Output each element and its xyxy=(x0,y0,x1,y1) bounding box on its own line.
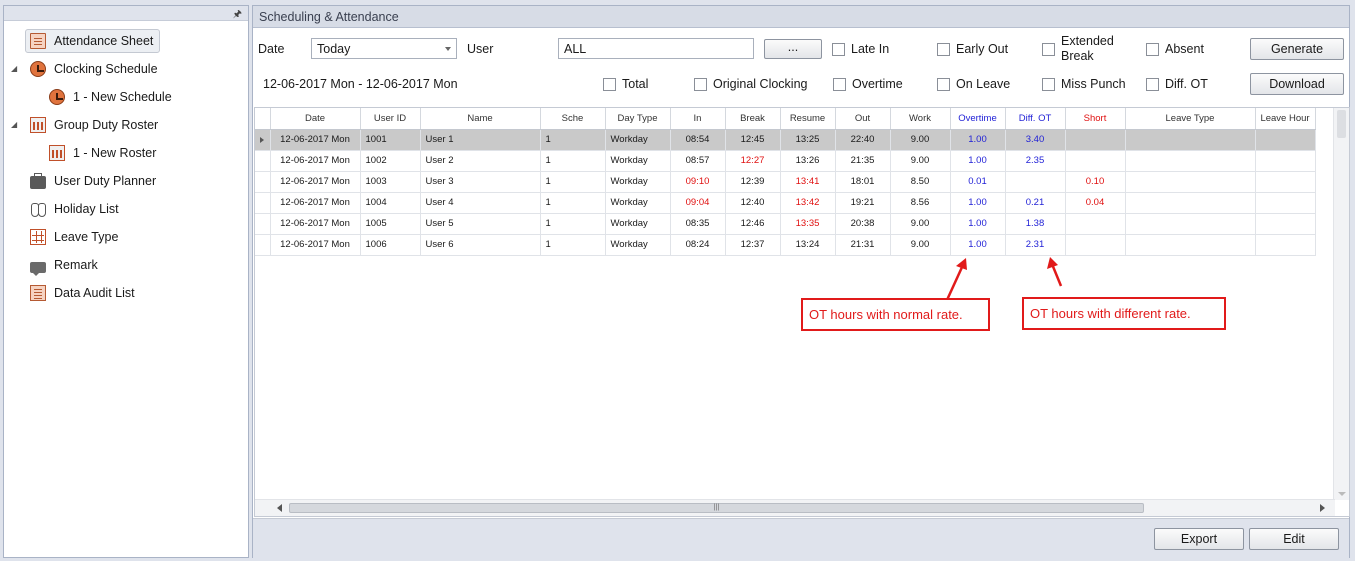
user-label: User xyxy=(467,42,494,56)
sidebar-item-new-schedule[interactable]: 1 - New Schedule xyxy=(49,85,172,109)
sidebar-item-label: 1 - New Roster xyxy=(73,146,157,160)
checkbox-label: Miss Punch xyxy=(1061,77,1126,91)
checkbox-box[interactable] xyxy=(1146,77,1159,91)
extended-break-checkbox[interactable]: Extended Break xyxy=(1042,34,1114,64)
sidebar-item-holiday-list[interactable]: Holiday List xyxy=(30,197,119,221)
checkbox-label: Original Clocking xyxy=(713,77,808,91)
checkbox-label: On Leave xyxy=(956,77,1011,91)
roster-icon xyxy=(30,117,46,133)
checkbox-box[interactable] xyxy=(1146,42,1159,56)
callout-different-rate: OT hours with different rate. xyxy=(1022,297,1226,330)
diff-ot-checkbox[interactable]: Diff. OT xyxy=(1146,77,1208,91)
checkbox-label: Absent xyxy=(1165,42,1204,56)
sidebar-item-label: User Duty Planner xyxy=(54,174,157,188)
sidebar-item-group-duty-roster[interactable]: Group Duty Roster xyxy=(30,113,158,137)
sidebar-item-attendance-sheet[interactable]: Attendance Sheet xyxy=(25,29,161,53)
briefcase-icon xyxy=(30,172,46,189)
grid-icon xyxy=(30,229,46,245)
sidebar-item-label: 1 - New Schedule xyxy=(73,90,172,104)
sidebar-item-label: Holiday List xyxy=(54,202,119,216)
checkbox-box[interactable] xyxy=(694,77,707,91)
checkbox-box[interactable] xyxy=(833,77,846,91)
export-button[interactable]: Export xyxy=(1154,528,1244,550)
original-clocking-checkbox[interactable]: Original Clocking xyxy=(694,77,807,91)
checkbox-label: Overtime xyxy=(852,77,903,91)
sidebar-item-leave-type[interactable]: Leave Type xyxy=(30,225,118,249)
checkbox-label: Diff. OT xyxy=(1165,77,1208,91)
sidebar-item-label: Leave Type xyxy=(54,230,119,244)
edit-button[interactable]: Edit xyxy=(1249,528,1339,550)
callout-normal-rate: OT hours with normal rate. xyxy=(801,298,990,331)
date-select-value: Today xyxy=(317,42,351,56)
sidebar-item-user-duty-planner[interactable]: User Duty Planner xyxy=(30,169,156,193)
checkbox-box[interactable] xyxy=(1042,77,1055,91)
user-field[interactable]: ALL xyxy=(558,38,754,59)
miss-punch-checkbox[interactable]: Miss Punch xyxy=(1042,77,1126,91)
sidebar-header: 🖈 xyxy=(4,6,248,21)
sidebar-item-data-audit-list[interactable]: Data Audit List xyxy=(30,281,135,305)
checkbox-box[interactable] xyxy=(832,42,845,56)
sheet-icon xyxy=(30,33,46,49)
checkbox-box[interactable] xyxy=(937,77,950,91)
date-select[interactable]: Today xyxy=(311,38,457,59)
clock-icon xyxy=(49,89,65,105)
sidebar-item-remark[interactable]: Remark xyxy=(30,253,98,277)
generate-button[interactable]: Generate xyxy=(1250,38,1344,60)
date-range-text: 12-06-2017 Mon - 12-06-2017 Mon xyxy=(263,77,458,91)
attendance-panel: Scheduling & Attendance Date Today User … xyxy=(252,5,1350,558)
sidebar-item-label: Clocking Schedule xyxy=(54,62,158,76)
sidebar-item-label: Data Audit List xyxy=(54,286,135,300)
checkbox-label: Late In xyxy=(851,42,890,56)
sidebar-item-clocking-schedule[interactable]: Clocking Schedule xyxy=(30,57,158,81)
arrow-to-diff-ot xyxy=(1050,263,1063,287)
comment-icon xyxy=(30,261,46,276)
checkbox-box[interactable] xyxy=(603,77,616,91)
late-in-checkbox[interactable]: Late In xyxy=(832,42,889,56)
expand-clocking-icon[interactable]: ◢ xyxy=(11,64,17,73)
total-checkbox[interactable]: Total xyxy=(603,77,648,91)
clock-icon xyxy=(30,61,46,77)
sidebar-item-label: Group Duty Roster xyxy=(54,118,159,132)
checkbox-label: Early Out xyxy=(956,42,1009,56)
slippers-icon xyxy=(30,201,46,217)
panel-footer: Export Edit xyxy=(253,518,1349,558)
pin-icon[interactable]: 🖈 xyxy=(233,7,242,24)
user-field-value: ALL xyxy=(564,42,587,56)
panel-title: Scheduling & Attendance xyxy=(253,6,1349,28)
arrow-to-overtime xyxy=(945,264,965,301)
chevron-down-icon xyxy=(445,47,451,51)
on-leave-checkbox[interactable]: On Leave xyxy=(937,77,1010,91)
checkbox-label: Extended Break xyxy=(1061,34,1114,63)
checkbox-box[interactable] xyxy=(937,42,950,56)
sidebar-item-label: Remark xyxy=(54,258,98,272)
roster-icon xyxy=(49,145,65,161)
early-out-checkbox[interactable]: Early Out xyxy=(937,42,1008,56)
download-button[interactable]: Download xyxy=(1250,73,1344,95)
checkbox-label: Total xyxy=(622,77,649,91)
browse-users-button[interactable]: ... xyxy=(764,39,822,59)
list-icon xyxy=(30,285,46,301)
absent-checkbox[interactable]: Absent xyxy=(1146,42,1204,56)
navigation-sidebar: 🖈 Attendance Sheet ◢ Clocking Schedule 1… xyxy=(3,5,249,558)
date-label: Date xyxy=(258,42,285,56)
filter-toolbar: Date Today User ALL ... Late In Early Ou… xyxy=(253,29,1349,105)
expand-roster-icon[interactable]: ◢ xyxy=(11,120,17,129)
sidebar-item-new-roster[interactable]: 1 - New Roster xyxy=(49,141,156,165)
sidebar-item-label: Attendance Sheet xyxy=(54,34,154,48)
overtime-checkbox[interactable]: Overtime xyxy=(833,77,903,91)
checkbox-box[interactable] xyxy=(1042,42,1055,56)
attendance-grid[interactable]: Date User ID Name Sche Day Type In Break… xyxy=(254,107,1350,517)
